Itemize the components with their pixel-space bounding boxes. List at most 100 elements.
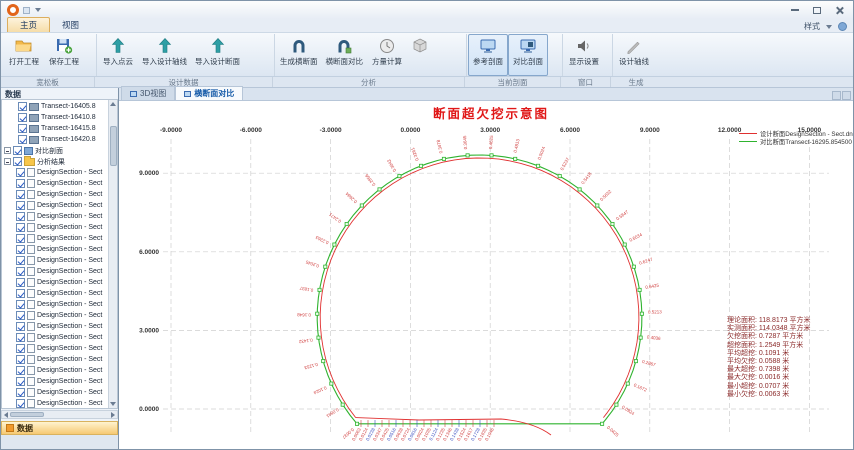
tree-item[interactable]: DesignSection - Sect bbox=[2, 387, 108, 398]
doc-icon bbox=[27, 377, 35, 386]
checkbox[interactable] bbox=[13, 157, 22, 166]
checkbox[interactable] bbox=[18, 124, 27, 133]
checkbox[interactable] bbox=[16, 311, 25, 320]
tree-item[interactable]: DesignSection - Sect bbox=[2, 277, 108, 288]
tree-item-label: DesignSection - Sect bbox=[37, 279, 102, 286]
tree-item[interactable]: Transect-16410.8 bbox=[2, 112, 108, 123]
tree-item[interactable]: DesignSection - Sect bbox=[2, 354, 108, 365]
close-button[interactable] bbox=[829, 4, 849, 17]
expand-icon[interactable] bbox=[4, 158, 11, 165]
tab-3d-view[interactable]: 3D视图 bbox=[121, 86, 175, 100]
checkbox[interactable] bbox=[18, 113, 27, 122]
checkbox[interactable] bbox=[16, 344, 25, 353]
checkbox[interactable] bbox=[18, 102, 27, 111]
expand-icon[interactable] bbox=[4, 147, 11, 154]
checkbox[interactable] bbox=[16, 399, 25, 408]
tree-item[interactable]: 分析结果 bbox=[2, 156, 108, 167]
grid-icon bbox=[24, 147, 33, 155]
checkbox[interactable] bbox=[16, 366, 25, 375]
checkbox[interactable] bbox=[16, 300, 25, 309]
maximize-button[interactable] bbox=[807, 4, 827, 17]
model-cube-button[interactable] bbox=[407, 34, 433, 76]
display-settings-button[interactable]: 显示设置 bbox=[564, 34, 604, 76]
help-icon[interactable] bbox=[838, 22, 847, 31]
checkbox[interactable] bbox=[16, 322, 25, 331]
tree-item[interactable]: DesignSection - Sect bbox=[2, 222, 108, 233]
checkbox[interactable] bbox=[16, 355, 25, 364]
tree-item[interactable]: DesignSection - Sect bbox=[2, 365, 108, 376]
tree-item[interactable]: DesignSection - Sect bbox=[2, 343, 108, 354]
data-panel-button[interactable]: 数据 bbox=[1, 421, 118, 435]
tree-item[interactable]: DesignSection - Sect bbox=[2, 244, 108, 255]
scroll-right-icon[interactable] bbox=[111, 412, 115, 418]
tree-item[interactable]: DesignSection - Sect bbox=[2, 288, 108, 299]
tree-item[interactable]: DesignSection - Sect bbox=[2, 376, 108, 387]
checkbox[interactable] bbox=[16, 377, 25, 386]
tree-item[interactable]: DesignSection - Sect bbox=[2, 200, 108, 211]
chart-area[interactable]: 断面超欠挖示意图 -9.0000-6.0000-3.00000.00003.00… bbox=[119, 101, 853, 450]
tab-scroll-left-button[interactable] bbox=[832, 91, 841, 100]
tree-item[interactable]: DesignSection - Sect bbox=[2, 189, 108, 200]
checkbox[interactable] bbox=[16, 388, 25, 397]
checkbox[interactable] bbox=[16, 267, 25, 276]
tree-item[interactable]: DesignSection - Sect bbox=[2, 398, 108, 408]
scroll-thumb[interactable] bbox=[110, 126, 117, 166]
doc-icon bbox=[27, 300, 35, 309]
tree-item[interactable]: DesignSection - Sect bbox=[2, 178, 108, 189]
tab-cross-section-compare[interactable]: 横断面对比 bbox=[175, 86, 243, 100]
checkbox[interactable] bbox=[16, 212, 25, 221]
tree-vertical-scrollbar[interactable] bbox=[108, 100, 117, 408]
tree-item[interactable]: 对比剖面 bbox=[2, 145, 108, 156]
style-caret-icon[interactable] bbox=[826, 25, 832, 29]
scroll-thumb[interactable] bbox=[10, 412, 44, 417]
tree-item[interactable]: DesignSection - Sect bbox=[2, 233, 108, 244]
tab-home[interactable]: 主页 bbox=[7, 17, 50, 32]
reference-profile-button[interactable]: 参考剖面 bbox=[468, 34, 508, 76]
minimize-button[interactable] bbox=[785, 4, 805, 17]
checkbox[interactable] bbox=[18, 135, 27, 144]
compare-profile-button[interactable]: 对比剖面 bbox=[508, 34, 548, 76]
style-dropdown[interactable]: 样式 bbox=[804, 21, 820, 32]
checkbox[interactable] bbox=[16, 223, 25, 232]
checkbox[interactable] bbox=[16, 245, 25, 254]
tree-item[interactable]: DesignSection - Sect bbox=[2, 332, 108, 343]
checkbox[interactable] bbox=[16, 179, 25, 188]
checkbox[interactable] bbox=[16, 234, 25, 243]
quick-access-icon[interactable] bbox=[23, 7, 30, 14]
tree-horizontal-scrollbar[interactable] bbox=[1, 410, 118, 419]
checkbox[interactable] bbox=[16, 168, 25, 177]
tab-scroll-right-button[interactable] bbox=[842, 91, 851, 100]
scroll-up-icon[interactable] bbox=[110, 102, 116, 106]
checkbox[interactable] bbox=[16, 201, 25, 210]
save-project-button[interactable]: 保存工程 bbox=[44, 34, 84, 76]
tree-item[interactable]: DesignSection - Sect bbox=[2, 310, 108, 321]
tree-item[interactable]: DesignSection - Sect bbox=[2, 266, 108, 277]
volume-calc-button[interactable]: 方量计算 bbox=[367, 34, 407, 76]
tree-item[interactable]: DesignSection - Sect bbox=[2, 299, 108, 310]
import-design-section-button[interactable]: 导入设计断面 bbox=[191, 34, 244, 76]
checkbox[interactable] bbox=[16, 289, 25, 298]
scroll-down-icon[interactable] bbox=[110, 402, 116, 406]
tree-item[interactable]: DesignSection - Sect bbox=[2, 167, 108, 178]
tree-item[interactable]: Transect-16405.8 bbox=[2, 101, 108, 112]
design-axis-button[interactable]: 设计轴线 bbox=[614, 34, 654, 76]
checkbox[interactable] bbox=[16, 278, 25, 287]
scroll-left-icon[interactable] bbox=[4, 412, 8, 418]
tree-item[interactable]: DesignSection - Sect bbox=[2, 211, 108, 222]
generate-section-button[interactable]: 生成横断面 bbox=[276, 34, 322, 76]
app-logo-icon[interactable] bbox=[7, 4, 19, 16]
checkbox[interactable] bbox=[16, 256, 25, 265]
tab-view[interactable]: 视图 bbox=[50, 18, 91, 32]
import-pointcloud-button[interactable]: 导入点云 bbox=[98, 34, 138, 76]
tree-item[interactable]: Transect-16415.8 bbox=[2, 123, 108, 134]
compare-section-button[interactable]: 横断面对比 bbox=[322, 34, 368, 76]
tree-item[interactable]: DesignSection - Sect bbox=[2, 321, 108, 332]
open-project-button[interactable]: 打开工程 bbox=[4, 34, 44, 76]
checkbox[interactable] bbox=[16, 190, 25, 199]
checkbox[interactable] bbox=[13, 146, 22, 155]
tree-item[interactable]: Transect-16420.8 bbox=[2, 134, 108, 145]
checkbox[interactable] bbox=[16, 333, 25, 342]
quick-access-caret-icon[interactable] bbox=[35, 8, 41, 12]
tree-item[interactable]: DesignSection - Sect bbox=[2, 255, 108, 266]
import-design-axis-button[interactable]: 导入设计轴线 bbox=[138, 34, 191, 76]
